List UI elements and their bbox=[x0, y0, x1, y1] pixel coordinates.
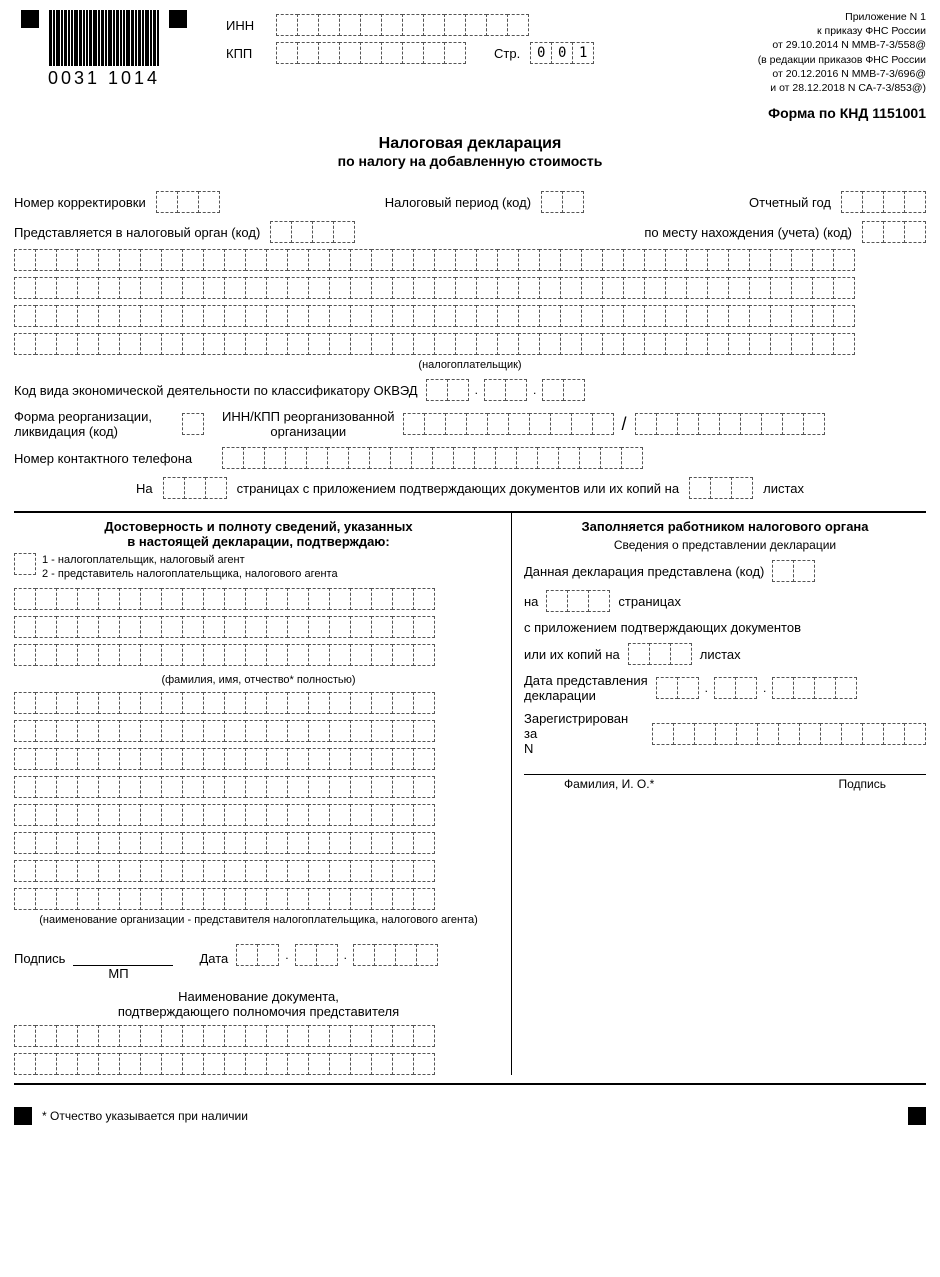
header-area: 0031 1014 ИНН КПП Стр. 001 Приложение N … bbox=[14, 10, 926, 95]
reg-n-input[interactable] bbox=[652, 723, 926, 745]
tax-authority-input[interactable] bbox=[270, 221, 355, 243]
report-year-label: Отчетный год bbox=[749, 195, 831, 210]
inn-label: ИНН bbox=[226, 18, 266, 33]
left-column: Достоверность и полноту сведений, указан… bbox=[14, 513, 512, 1075]
pages-attach-label: страницах с приложением подтверждающих д… bbox=[237, 481, 679, 496]
decl-submitted-input[interactable] bbox=[772, 560, 815, 582]
signer-type-note: 1 - налогоплательщик, налоговый агент 2 … bbox=[42, 553, 338, 582]
pages2-input[interactable] bbox=[546, 590, 610, 612]
pages-input[interactable] bbox=[163, 477, 227, 499]
tax-period-label: Налоговый период (код) bbox=[385, 195, 531, 210]
tax-period-input[interactable] bbox=[541, 191, 584, 213]
submit-date-input[interactable]: . . bbox=[656, 677, 858, 699]
pages2-label: страницах bbox=[618, 594, 681, 609]
copies-on-label: или их копий на bbox=[524, 647, 620, 662]
corner-marker bbox=[21, 10, 39, 28]
reorg-form-label: Форма реорганизации, ликвидация (код) bbox=[14, 409, 174, 439]
date-label: Дата bbox=[199, 951, 228, 966]
on2-label: на bbox=[524, 594, 538, 609]
doc-name-label: Наименование документа, подтверждающего … bbox=[14, 989, 503, 1019]
taxpayer-caption: (налогоплательщик) bbox=[14, 359, 926, 371]
decl-submitted-label: Данная декларация представлена (код) bbox=[524, 564, 764, 579]
correction-input[interactable] bbox=[156, 191, 220, 213]
correction-label: Номер корректировки bbox=[14, 195, 146, 210]
location-input[interactable] bbox=[862, 221, 926, 243]
barcode-number: 0031 1014 bbox=[48, 68, 160, 89]
barcode-icon bbox=[49, 10, 159, 66]
reg-n-label: Зарегистрирован за N bbox=[524, 711, 644, 756]
okved-label: Код вида экономической деятельности по к… bbox=[14, 383, 418, 398]
form-code: Форма по КНД 1151001 bbox=[14, 105, 926, 121]
mp-label: МП bbox=[0, 966, 503, 981]
right-column: Заполняется работником налогового органа… bbox=[512, 513, 926, 1075]
doc-rows[interactable] bbox=[14, 1025, 503, 1075]
page-label: Стр. bbox=[494, 46, 520, 61]
report-year-input[interactable] bbox=[841, 191, 926, 213]
submitted-to-label: Представляется в налоговый орган (код) bbox=[14, 225, 260, 240]
left-heading: Достоверность и полноту сведений, указан… bbox=[14, 519, 503, 549]
kpp-input[interactable] bbox=[276, 42, 466, 64]
phone-label: Номер контактного телефона bbox=[14, 451, 214, 466]
org-rows[interactable] bbox=[14, 692, 503, 910]
attach-sheets-input[interactable] bbox=[689, 477, 753, 499]
signature-labels: Фамилия, И. О.* Подпись bbox=[524, 777, 926, 791]
inn-input[interactable] bbox=[276, 14, 529, 36]
phone-input[interactable] bbox=[222, 447, 643, 469]
inn-kpp-block: ИНН КПП Стр. 001 bbox=[226, 14, 594, 70]
corner-marker bbox=[14, 1107, 32, 1125]
page-number: 001 bbox=[530, 42, 594, 64]
fio-caption: (фамилия, имя, отчество* полностью) bbox=[14, 674, 503, 686]
signature-line bbox=[524, 774, 926, 775]
by-location-label: по месту нахождения (учета) (код) bbox=[644, 225, 852, 240]
date-input[interactable]: . . bbox=[236, 944, 438, 966]
barcode-block: 0031 1014 bbox=[14, 10, 194, 89]
document-title: Налоговая декларация по налогу на добавл… bbox=[14, 135, 926, 169]
submit-date-label: Дата представления декларации bbox=[524, 673, 648, 703]
right-sub: Сведения о представлении декларации bbox=[524, 538, 926, 552]
reorg-kpp-input[interactable] bbox=[635, 413, 825, 435]
org-caption: (наименование организации - представител… bbox=[14, 914, 503, 926]
reorg-inn-kpp-label: ИНН/КПП реорганизованной организации bbox=[222, 409, 395, 439]
signature-line[interactable] bbox=[73, 950, 173, 966]
signature-label: Подпись bbox=[14, 951, 65, 966]
signer-type-input[interactable] bbox=[14, 553, 36, 575]
right-heading: Заполняется работником налогового органа bbox=[524, 519, 926, 534]
copies-sheets-input[interactable] bbox=[628, 643, 692, 665]
corner-marker bbox=[169, 10, 187, 28]
corner-marker bbox=[908, 1107, 926, 1125]
annex-text: Приложение N 1 к приказу ФНС России от 2… bbox=[758, 10, 926, 95]
attach2-label: с приложением подтверждающих документов bbox=[524, 620, 926, 635]
taxpayer-name-rows[interactable] bbox=[14, 249, 926, 355]
reorg-inn-input[interactable] bbox=[403, 413, 614, 435]
sheets-label: листах bbox=[763, 481, 804, 496]
okved-input[interactable]: . . bbox=[426, 379, 586, 401]
footnote: * Отчество указывается при наличии bbox=[42, 1109, 248, 1123]
kpp-label: КПП bbox=[226, 46, 266, 61]
fio-rows[interactable] bbox=[14, 588, 503, 666]
on-label: На bbox=[136, 481, 153, 496]
sheets2-label: листах bbox=[700, 647, 741, 662]
reorg-form-input[interactable] bbox=[182, 413, 204, 435]
